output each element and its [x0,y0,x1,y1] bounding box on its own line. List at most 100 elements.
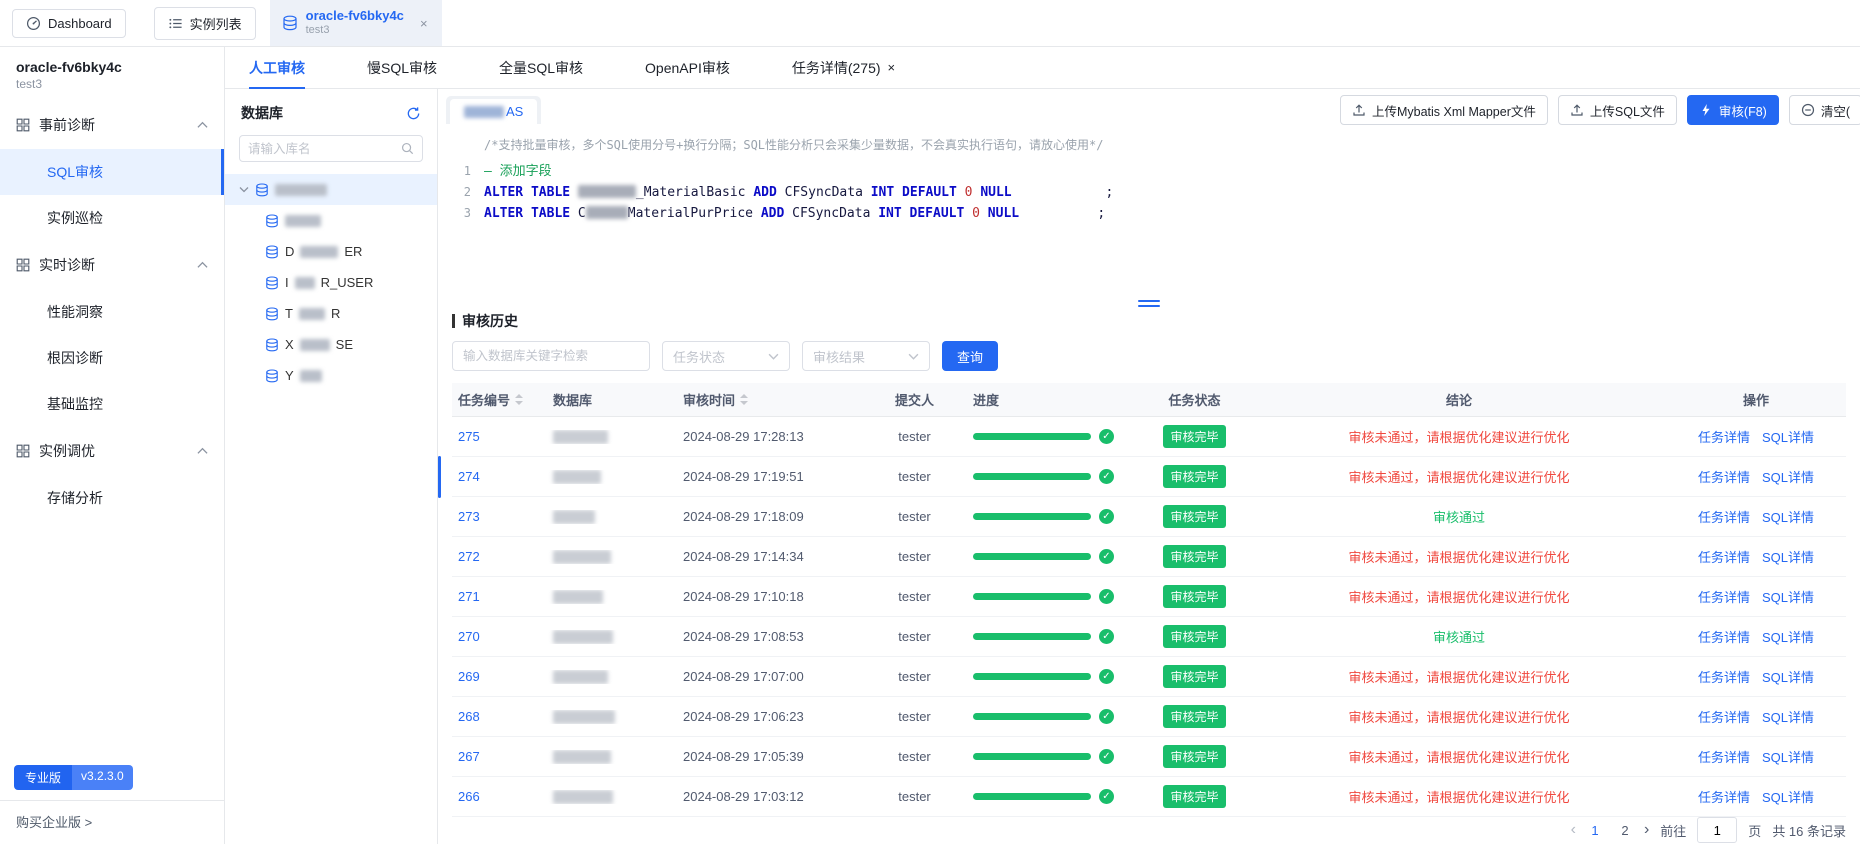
task-status-select[interactable]: 任务状态 [662,341,790,371]
sidebar-item[interactable]: 存储分析 [0,475,224,521]
task-id-link[interactable]: 267 [458,749,480,764]
code-token: INT DEFAULT [870,185,965,200]
tree-item[interactable] [225,205,437,236]
task-id-link[interactable]: 275 [458,429,480,444]
tree-item[interactable]: Y [225,360,437,391]
action-link[interactable]: 任务详情 [1698,707,1750,726]
progress-bar: ✓ [973,749,1114,764]
action-link[interactable]: SQL详情 [1762,427,1814,446]
task-id-link[interactable]: 268 [458,709,480,724]
close-icon[interactable]: × [888,60,896,75]
code-token: NULL [987,206,1020,221]
action-link[interactable]: 任务详情 [1698,467,1750,486]
action-link[interactable]: SQL详情 [1762,507,1814,526]
sort-icon[interactable] [740,394,749,405]
database-icon [266,337,278,351]
action-link[interactable]: SQL详情 [1762,627,1814,646]
action-link[interactable]: 任务详情 [1698,627,1750,646]
query-button[interactable]: 查询 [942,341,999,371]
task-id-link[interactable]: 266 [458,789,480,804]
table-row: 268 2024-08-29 17:06:23 tester ✓ 审核完毕 审核… [452,697,1846,737]
main-tab[interactable]: 慢SQL审核 [367,47,437,88]
editor-tab[interactable]: AS [450,99,538,124]
audit-result-select[interactable]: 审核结果 [802,341,930,371]
db-search-input[interactable] [248,141,395,156]
main-tab[interactable]: 人工审核 [249,47,305,89]
task-status-placeholder: 任务状态 [673,349,726,365]
main-tab[interactable]: 任务详情(275) × [792,47,895,88]
tree-item[interactable]: D ER [225,236,437,267]
sidebar-item[interactable]: 性能洞察 [0,289,224,335]
audit-result-placeholder: 审核结果 [813,349,866,365]
tree-item[interactable]: I R_USER [225,267,437,298]
sql-editor[interactable]: /*支持批量审核，多个SQL使用分号+换行分隔；SQL性能分析只会采集少量数据，… [438,125,1860,297]
action-link[interactable]: 任务详情 [1698,667,1750,686]
resize-handle[interactable] [438,297,1860,309]
upload-sql-button[interactable]: 上传SQL文件 [1557,95,1677,125]
instance-list-button[interactable]: 实例列表 [153,6,256,40]
main-tab[interactable]: 全量SQL审核 [499,47,583,88]
sidebar-item[interactable]: SQL审核 [0,149,224,195]
prev-page-button[interactable]: ‹ [1571,821,1576,839]
instance-header: oracle-fv6bky4c test3 [0,47,224,95]
search-icon[interactable] [401,142,414,155]
tree-item[interactable] [225,174,437,205]
main-tab[interactable]: OpenAPI审核 [645,47,730,88]
action-link[interactable]: 任务详情 [1698,507,1750,526]
task-id-link[interactable]: 270 [458,629,480,644]
sidebar-group[interactable]: 实例调优 [0,427,224,475]
goto-page-input[interactable] [1697,817,1738,843]
instance-name: oracle-fv6bky4c [16,59,122,75]
sidebar-group[interactable]: 事前诊断 [0,101,224,149]
sort-icon[interactable] [515,394,524,405]
history-keyword-input[interactable] [463,349,639,363]
next-page-button[interactable]: › [1644,821,1649,839]
action-link[interactable]: SQL详情 [1762,747,1814,766]
action-link[interactable]: SQL详情 [1762,587,1814,606]
tree-item[interactable]: X SE [225,329,437,360]
code-token: 0 [964,185,981,200]
action-link[interactable]: SQL详情 [1762,667,1814,686]
close-icon[interactable]: × [418,16,430,31]
action-link[interactable]: 任务详情 [1698,587,1750,606]
action-link[interactable]: SQL详情 [1762,787,1814,806]
scrollbar-thumb[interactable] [438,456,441,498]
task-id-link[interactable]: 273 [458,509,480,524]
buy-enterprise-link[interactable]: 购买企业版 > [0,800,224,844]
column-header[interactable]: 任务编号 [452,390,547,409]
dashboard-button[interactable]: Dashboard [12,8,126,38]
page-number[interactable]: 2 [1617,823,1633,838]
progress-bar: ✓ [973,789,1114,804]
task-id-link[interactable]: 274 [458,469,480,484]
table-row: 272 2024-08-29 17:14:34 tester ✓ 审核完毕 审核… [452,537,1846,577]
action-link[interactable]: 任务详情 [1698,787,1750,806]
audit-time: 2024-08-29 17:28:13 [683,429,804,444]
task-id-link[interactable]: 272 [458,549,480,564]
clear-button[interactable]: 清空( [1788,95,1860,125]
table-row: 269 2024-08-29 17:07:00 tester ✓ 审核完毕 审核… [452,657,1846,697]
page-number[interactable]: 1 [1587,823,1603,838]
audit-button[interactable]: 审核(F8) [1686,95,1779,125]
action-link[interactable]: SQL详情 [1762,467,1814,486]
redacted-text [553,789,613,804]
task-id-link[interactable]: 271 [458,589,480,604]
action-link[interactable]: 任务详情 [1698,547,1750,566]
instance-tab[interactable]: oracle-fv6bky4c test3 × [269,0,442,46]
goto-label: 前往 [1660,823,1687,839]
redacted-text [553,469,601,484]
action-link[interactable]: SQL详情 [1762,707,1814,726]
task-id-link[interactable]: 269 [458,669,480,684]
action-link[interactable]: 任务详情 [1698,747,1750,766]
action-link[interactable]: SQL详情 [1762,547,1814,566]
action-link[interactable]: 任务详情 [1698,427,1750,446]
sidebar-item[interactable]: 基础监控 [0,381,224,427]
edition-badge: 专业版 v3.2.3.0 [14,765,133,790]
column-header[interactable]: 审核时间 [677,390,862,409]
sidebar: oracle-fv6bky4c test3 事前诊断 SQL审核 实例巡检 实时诊… [0,47,225,844]
tree-item[interactable]: TR [225,298,437,329]
sidebar-item[interactable]: 实例巡检 [0,195,224,241]
refresh-icon[interactable] [406,106,421,121]
sidebar-group[interactable]: 实时诊断 [0,241,224,289]
sidebar-item[interactable]: 根因诊断 [0,335,224,381]
upload-mybatis-button[interactable]: 上传Mybatis Xml Mapper文件 [1339,95,1548,125]
